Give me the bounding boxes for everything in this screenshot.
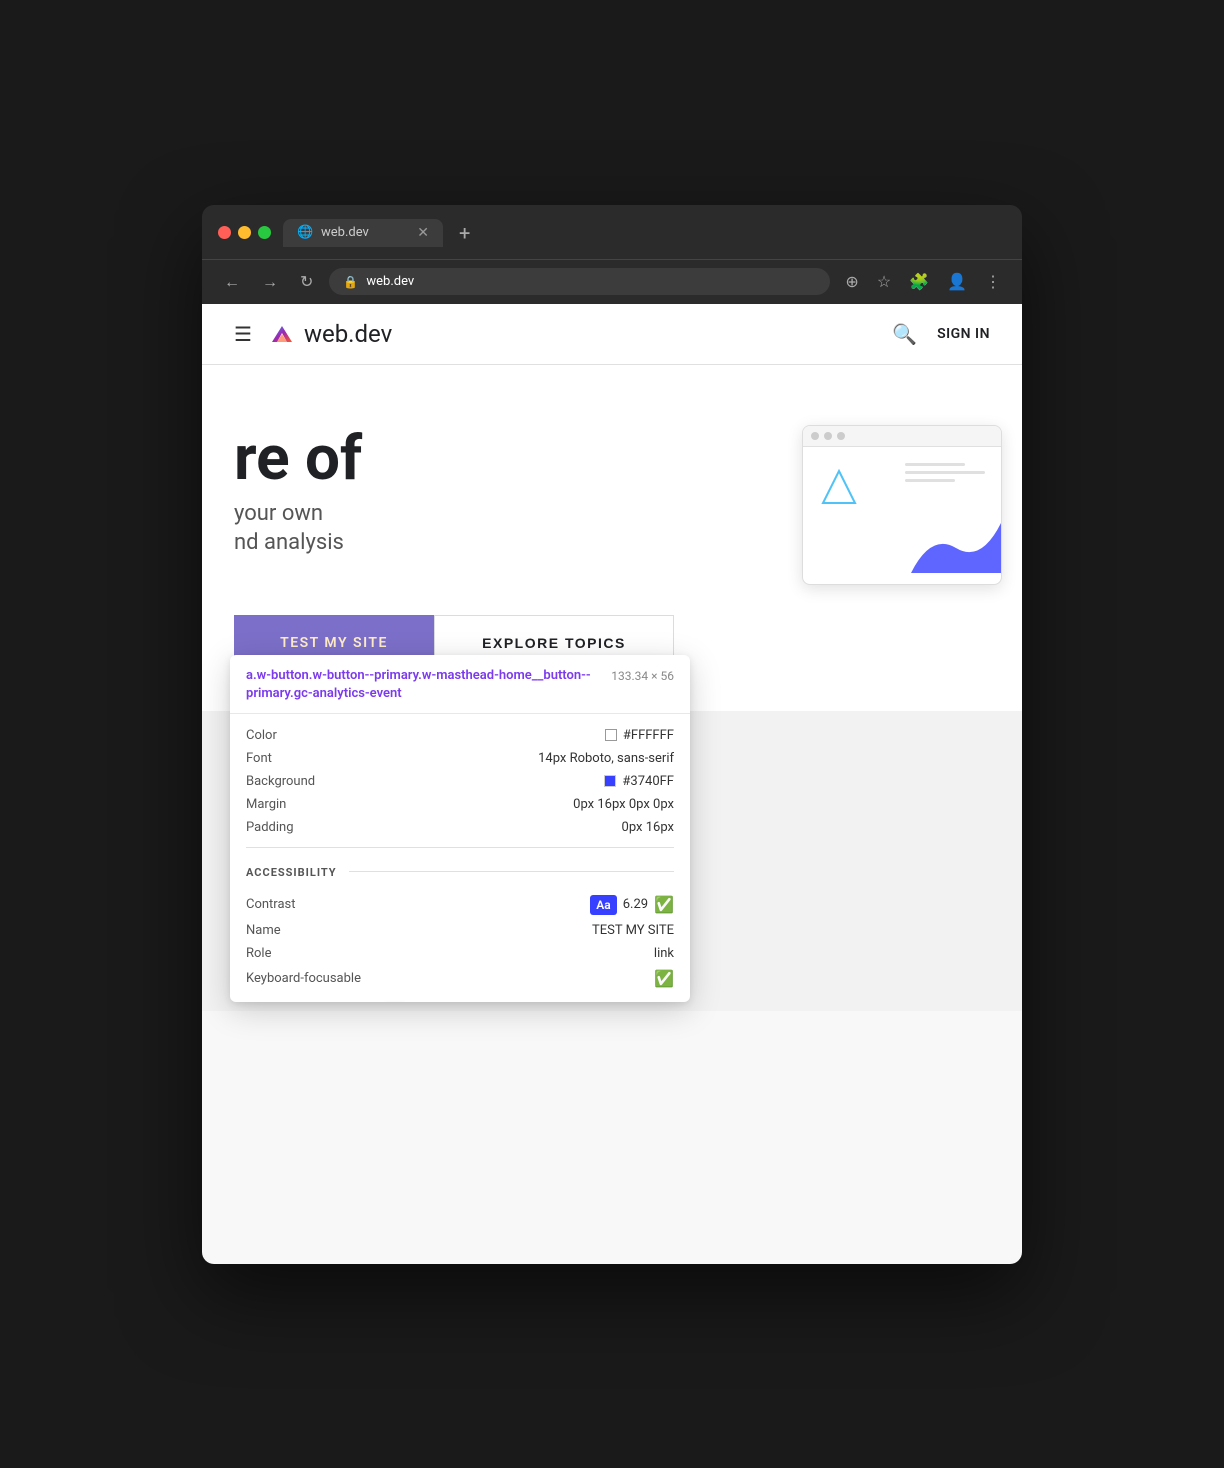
page-content: ☰ web.dev — [202, 304, 1022, 1264]
traffic-lights — [218, 226, 271, 239]
element-dimensions: 133.34 × 56 — [611, 667, 674, 683]
contrast-label: Contrast — [246, 897, 366, 912]
lock-icon: 🔒 — [343, 275, 358, 289]
accessibility-header-row: ACCESSIBILITY — [246, 856, 674, 891]
background-swatch — [604, 775, 616, 787]
back-button[interactable]: ← — [218, 268, 246, 296]
font-label: Font — [246, 751, 366, 766]
site-name-text: web.dev — [304, 320, 392, 348]
margin-value: 0px 16px 0px 0px — [573, 797, 674, 812]
site-logo[interactable]: web.dev — [268, 320, 392, 348]
margin-row: Margin 0px 16px 0px 0px — [246, 793, 674, 816]
keyboard-label: Keyboard-focusable — [246, 971, 366, 986]
hamburger-menu-button[interactable]: ☰ — [234, 322, 252, 346]
color-swatch-white — [605, 729, 617, 741]
contrast-row: Contrast Aa 6.29 ✅ — [246, 891, 674, 919]
menu-button[interactable]: ⋮ — [980, 268, 1006, 295]
name-row: Name TEST MY SITE — [246, 919, 674, 942]
background-value: #3740FF — [604, 774, 674, 789]
mock-dot-2 — [824, 432, 832, 440]
hero-title-text: re of — [234, 422, 362, 495]
tab-close-button[interactable]: ✕ — [417, 225, 429, 241]
minimize-traffic-light[interactable] — [238, 226, 251, 239]
browser-window: 🌐 web.dev ✕ + ← → ↻ 🔒 web.dev ⊕ ☆ 🧩 👤 ⋮ … — [202, 205, 1022, 1264]
mock-line-2 — [905, 471, 985, 474]
role-value: link — [654, 946, 674, 961]
mock-line-3 — [905, 479, 955, 482]
mock-dot-1 — [811, 432, 819, 440]
inspector-header: a.w-button.w-button--primary.w-masthead-… — [230, 655, 690, 714]
site-header: ☰ web.dev — [202, 304, 1022, 365]
inspector-divider — [246, 847, 674, 848]
padding-value: 0px 16px — [622, 820, 674, 835]
nav-actions: ⊕ ☆ 🧩 👤 ⋮ — [840, 268, 1006, 295]
header-right: 🔍 SIGN IN — [892, 322, 990, 346]
background-row: Background #3740FF — [246, 770, 674, 793]
bookmark-button[interactable]: ☆ — [872, 268, 896, 295]
profile-button[interactable]: 👤 — [942, 268, 972, 295]
padding-label: Padding — [246, 820, 366, 835]
accessibility-section-label: ACCESSIBILITY — [246, 860, 337, 883]
triangle-illustration — [819, 467, 859, 511]
address-bar[interactable]: 🔒 web.dev — [329, 268, 830, 295]
tab-bar: 🌐 web.dev ✕ + — [283, 217, 1006, 249]
browser-tab[interactable]: 🌐 web.dev ✕ — [283, 219, 443, 247]
mock-line-1 — [905, 463, 965, 466]
padding-row: Padding 0px 16px — [246, 816, 674, 839]
mock-browser-illustration — [802, 425, 1002, 585]
extensions-button[interactable]: 🧩 — [904, 268, 934, 295]
role-row: Role link — [246, 942, 674, 965]
inspector-popup: a.w-button.w-button--primary.w-masthead-… — [230, 655, 690, 1002]
search-button[interactable]: 🔍 — [892, 322, 917, 346]
keyboard-value: ✅ — [654, 969, 674, 988]
zoom-button[interactable]: ⊕ — [840, 268, 863, 295]
element-selector-text: a.w-button.w-button--primary.w-masthead-… — [246, 667, 595, 703]
accessibility-divider-line — [349, 871, 674, 872]
color-value: #FFFFFF — [605, 728, 674, 743]
name-label: Name — [246, 923, 366, 938]
forward-button[interactable]: → — [256, 268, 284, 296]
mock-browser-bar — [803, 426, 1001, 447]
color-label: Color — [246, 728, 366, 743]
browser-nav-bar: ← → ↻ 🔒 web.dev ⊕ ☆ 🧩 👤 ⋮ — [202, 259, 1022, 304]
role-label: Role — [246, 946, 366, 961]
font-row: Font 14px Roboto, sans-serif — [246, 747, 674, 770]
close-traffic-light[interactable] — [218, 226, 231, 239]
browser-titlebar: 🌐 web.dev ✕ + — [202, 205, 1022, 259]
tab-favicon-icon: 🌐 — [297, 225, 313, 241]
margin-label: Margin — [246, 797, 366, 812]
keyboard-check-icon: ✅ — [654, 969, 674, 988]
mock-dot-3 — [837, 432, 845, 440]
sign-in-button[interactable]: SIGN IN — [937, 326, 990, 342]
wave-illustration — [911, 513, 1001, 577]
contrast-check-icon: ✅ — [654, 895, 674, 914]
refresh-button[interactable]: ↻ — [294, 268, 319, 295]
color-row: Color #FFFFFF — [246, 724, 674, 747]
header-left: ☰ web.dev — [234, 320, 392, 348]
address-text: web.dev — [366, 274, 414, 289]
fullscreen-traffic-light[interactable] — [258, 226, 271, 239]
font-value: 14px Roboto, sans-serif — [538, 751, 674, 766]
name-value: TEST MY SITE — [592, 923, 674, 938]
tab-title: web.dev — [321, 225, 369, 240]
inspector-body: Color #FFFFFF Font 14px Roboto, sans-ser… — [230, 714, 690, 1002]
keyboard-row: Keyboard-focusable ✅ — [246, 965, 674, 992]
hero-section: re of your own nd analysis a.w-button.w-… — [202, 365, 1022, 711]
webdev-logo-icon — [268, 320, 296, 348]
background-label: Background — [246, 774, 366, 789]
contrast-badge: Aa — [590, 895, 616, 915]
new-tab-button[interactable]: + — [451, 217, 478, 249]
contrast-value: Aa 6.29 ✅ — [590, 895, 674, 915]
